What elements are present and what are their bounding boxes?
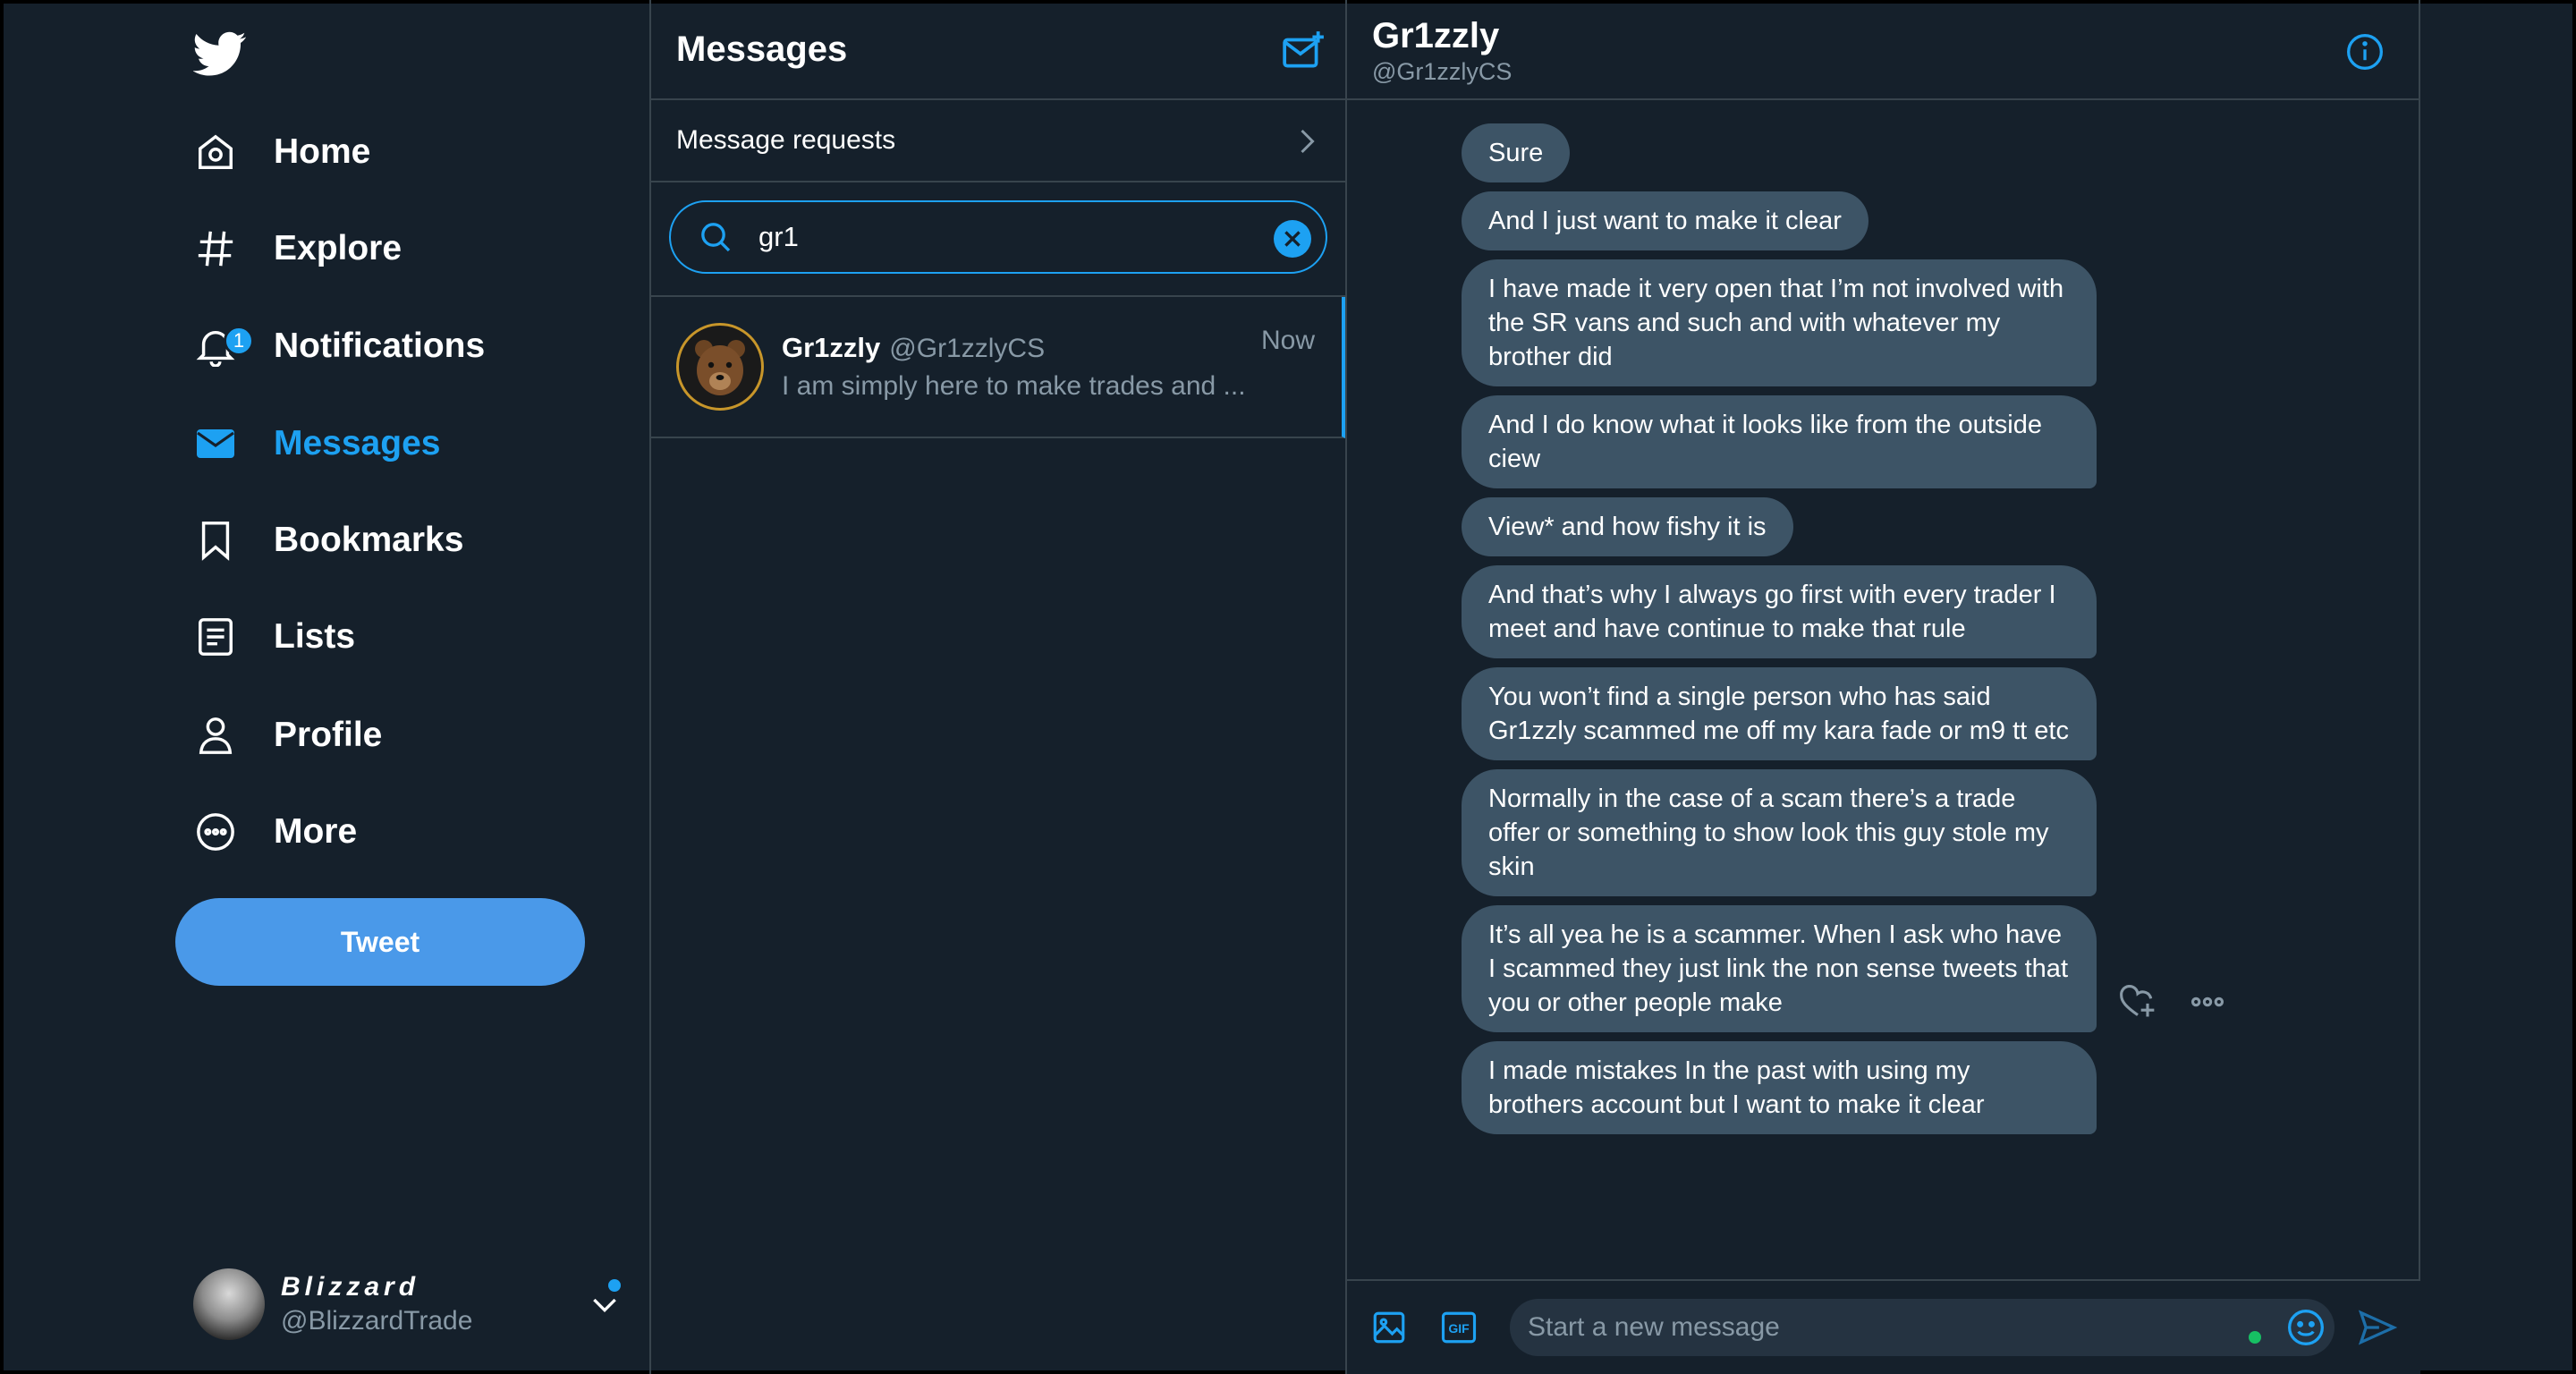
nav-messages-label: Messages: [274, 424, 441, 462]
list-icon: [193, 615, 238, 659]
primary-nav: Home Explore 1 Notifications Messages Bo…: [175, 0, 649, 1374]
conversation-header: Gr1zzly @Gr1zzlyCS: [1347, 0, 2419, 100]
bell-icon: 1: [193, 324, 254, 369]
message-bubble[interactable]: Sure: [1462, 123, 1571, 182]
message-input[interactable]: Start a new message: [1510, 1299, 2334, 1356]
message-bubble[interactable]: It’s all yea he is a scammer. When I ask…: [1462, 905, 2097, 1032]
envelope-icon: [193, 421, 238, 466]
message-bubble[interactable]: You won’t find a single person who has s…: [1462, 667, 2097, 760]
avatar: [193, 1268, 265, 1340]
notification-count-badge: 1: [224, 326, 254, 356]
avatar: [676, 323, 764, 411]
conversation-time: Now: [1260, 326, 1315, 355]
nav-lists[interactable]: Lists: [193, 601, 355, 673]
messages-list-panel: Messages Message requests Gr1: [649, 0, 1347, 1374]
bookmark-icon: [193, 518, 238, 563]
account-handle: @BlizzardTrade: [281, 1306, 473, 1336]
chat-name: Gr1zzly: [1372, 16, 1500, 55]
nav-lists-label: Lists: [274, 617, 356, 656]
image-icon[interactable]: [1370, 1309, 1408, 1346]
message-requests-label: Message requests: [676, 125, 896, 155]
bear-avatar-icon: [695, 340, 745, 395]
nav-notifications[interactable]: 1 Notifications: [193, 310, 485, 382]
chat-handle: @Gr1zzlyCS: [1372, 58, 1513, 85]
message-actions: [2118, 982, 2258, 1022]
message-requests-row[interactable]: Message requests: [651, 100, 1345, 182]
search-icon: [701, 223, 731, 252]
message-composer: GIF Start a new message: [1347, 1279, 2420, 1374]
gif-icon[interactable]: GIF: [1440, 1309, 1478, 1346]
emoji-icon[interactable]: [2286, 1308, 2326, 1347]
message-bubble[interactable]: And I just want to make it clear: [1462, 191, 1868, 250]
conversation-preview: I am simply here to make trades and ...: [782, 371, 1246, 401]
nav-profile-label: Profile: [274, 716, 383, 754]
message-bubble[interactable]: I have made it very open that I’m not in…: [1462, 259, 2097, 386]
search-input[interactable]: [758, 221, 1241, 253]
info-icon[interactable]: [2345, 32, 2385, 72]
message-input-placeholder: Start a new message: [1528, 1312, 1780, 1342]
nav-home[interactable]: Home: [193, 116, 370, 188]
chevron-down-icon[interactable]: [587, 1286, 623, 1322]
chevron-right-icon: [1301, 129, 1315, 154]
nav-more-label: More: [274, 812, 358, 851]
more-circle-icon: [193, 810, 238, 854]
hashtag-icon: [193, 226, 238, 271]
message-thread: Sure And I just want to make it clear I …: [1462, 123, 2106, 1143]
nav-explore-label: Explore: [274, 229, 402, 267]
gif-label: GIF: [1448, 1321, 1470, 1336]
twitter-bird-icon[interactable]: [193, 27, 247, 81]
tweet-button[interactable]: Tweet: [175, 898, 585, 986]
account-name: Blizzard: [281, 1272, 420, 1302]
nav-explore[interactable]: Explore: [193, 213, 402, 284]
home-icon: [193, 130, 238, 174]
search-area: [651, 182, 1345, 297]
clear-search-button[interactable]: [1274, 220, 1311, 258]
nav-messages[interactable]: Messages: [193, 408, 440, 479]
nav-bookmarks-label: Bookmarks: [274, 521, 464, 559]
message-bubble[interactable]: View* and how fishy it is: [1462, 497, 1793, 556]
nav-notifications-label: Notifications: [274, 327, 486, 365]
compose-message-icon[interactable]: [1281, 29, 1326, 73]
more-dots-icon[interactable]: [2188, 982, 2227, 1022]
message-bubble[interactable]: Normally in the case of a scam there’s a…: [1462, 769, 2097, 896]
conversation-name: Gr1zzly: [782, 332, 881, 363]
account-switcher[interactable]: Blizzard @BlizzardTrade: [193, 1267, 631, 1342]
message-bubble[interactable]: I made mistakes In the past with using m…: [1462, 1041, 2097, 1134]
conversation-handle: @Gr1zzlyCS: [889, 334, 1046, 363]
person-icon: [193, 713, 238, 758]
message-bubble[interactable]: And I do know what it looks like from th…: [1462, 395, 2097, 488]
nav-bookmarks[interactable]: Bookmarks: [193, 505, 463, 576]
nav-more[interactable]: More: [193, 796, 357, 868]
message-bubble[interactable]: And that’s why I always go first with ev…: [1462, 565, 2097, 658]
page-title: Messages: [676, 29, 848, 69]
search-box[interactable]: [669, 200, 1327, 274]
conversation-panel: Gr1zzly @Gr1zzlyCS Sure And I just want …: [1347, 0, 2420, 1374]
send-icon[interactable]: [2358, 1308, 2397, 1347]
nav-home-label: Home: [274, 132, 371, 171]
nav-profile[interactable]: Profile: [193, 700, 382, 771]
heart-plus-icon[interactable]: [2118, 982, 2157, 1022]
conversation-item[interactable]: Gr1zzly @Gr1zzlyCS I am simply here to m…: [651, 297, 1345, 438]
messages-header: Messages: [651, 0, 1345, 100]
status-dot: [2249, 1331, 2261, 1344]
clear-icon: [1284, 231, 1301, 247]
